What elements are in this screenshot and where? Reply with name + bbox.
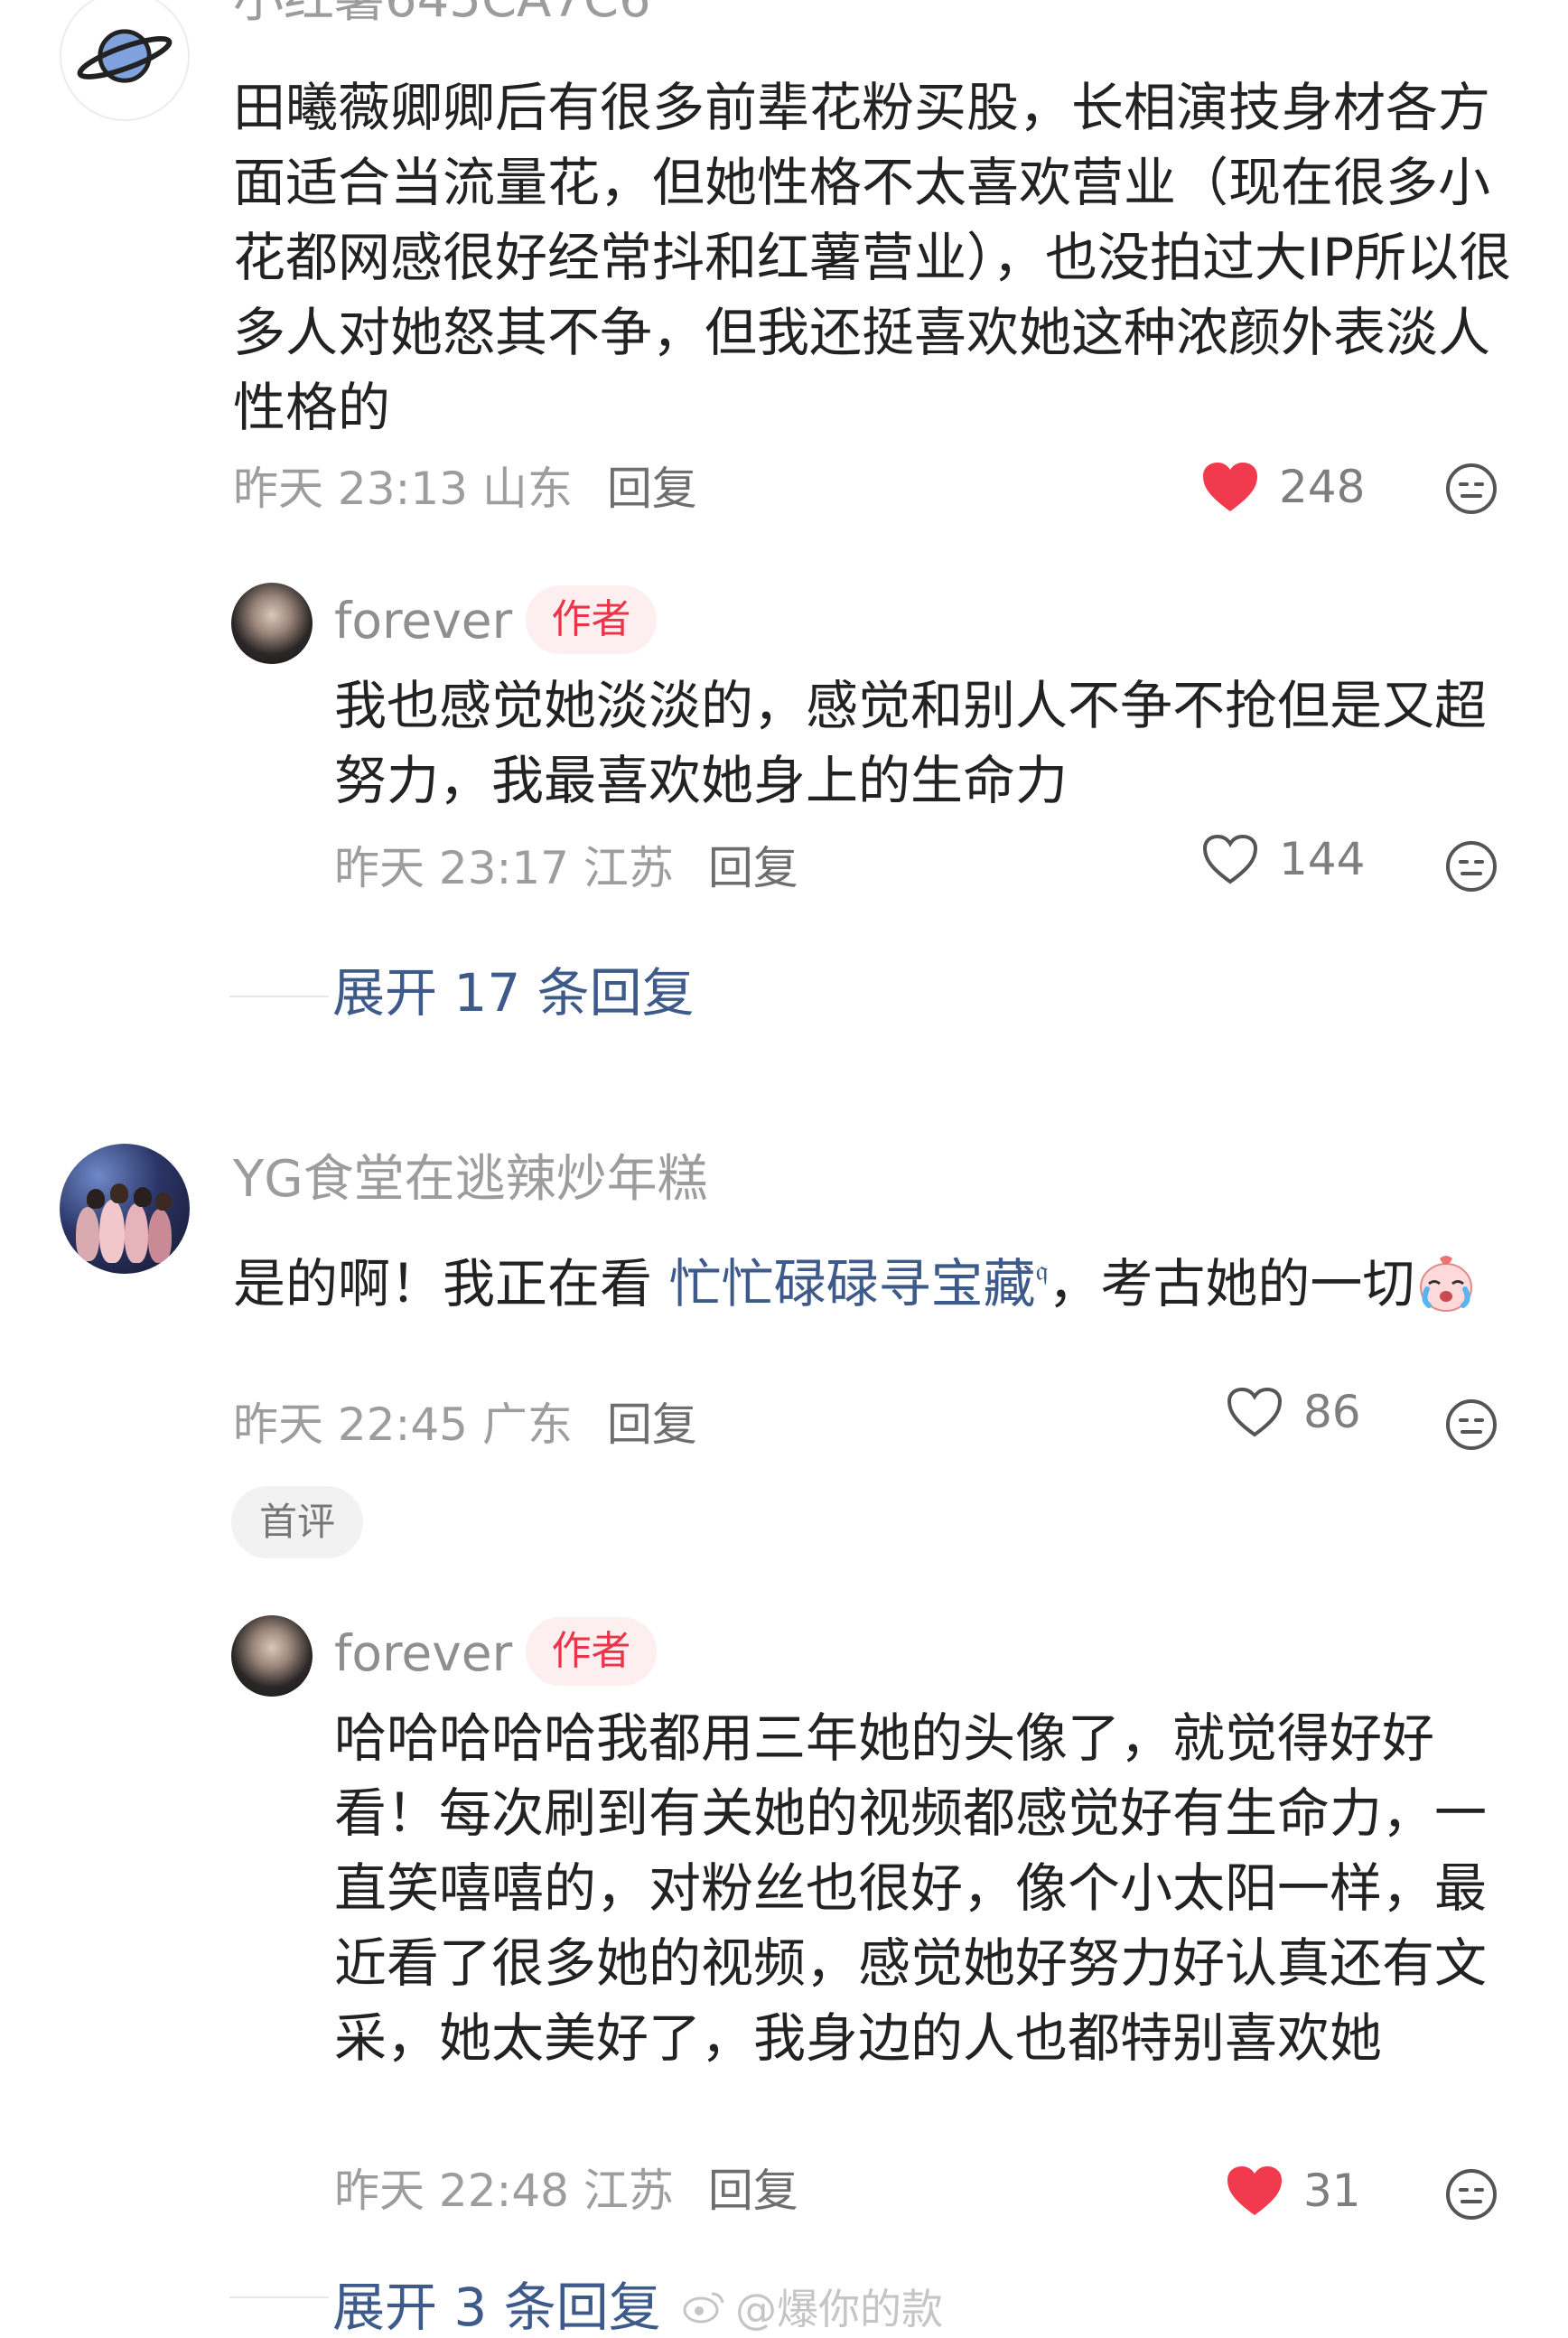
- comment-username[interactable]: 小红薯645CA7C6: [233, 0, 651, 25]
- topic-link[interactable]: 忙忙碌碌寻宝藏: [668, 1253, 1035, 1314]
- reply-username[interactable]: forever: [334, 596, 512, 646]
- like-count: 144: [1279, 833, 1366, 885]
- author-badge: 作者: [526, 1617, 657, 1686]
- reply-location: 江苏: [583, 2165, 674, 2217]
- reply-meta: 昨天 23:17 江苏 回复: [334, 846, 798, 891]
- watermark: @爆你的款: [681, 2277, 943, 2336]
- emoji-more-icon[interactable]: [1445, 2168, 1498, 2221]
- reply-username[interactable]: forever: [334, 1629, 512, 1679]
- author-badge: 作者: [526, 585, 657, 654]
- divider: [229, 2296, 329, 2298]
- reply-location: 江苏: [583, 842, 674, 894]
- emoji-more-icon[interactable]: [1445, 1398, 1498, 1451]
- reply-button[interactable]: 回复: [607, 463, 697, 515]
- weibo-logo-icon: [683, 2292, 724, 2324]
- avatar[interactable]: [60, 1144, 190, 1274]
- reply-button[interactable]: 回复: [607, 1398, 697, 1451]
- like-button[interactable]: 31: [1226, 2165, 1361, 2217]
- like-count: 31: [1303, 2165, 1361, 2217]
- crying-emoji-icon: [1414, 1251, 1478, 1314]
- comment-text-after: ，考古她的一切: [1048, 1253, 1415, 1314]
- comment-text: 是的啊！我正在看 忙忙碌碌寻宝藏𝔮，考古她的一切: [233, 1233, 1516, 1322]
- emoji-more-icon[interactable]: [1445, 463, 1498, 515]
- reply-text: 哈哈哈哈哈我都用三年她的头像了，就觉得好好看！每次刷到有关她的视频都感觉好有生命…: [334, 1707, 1488, 2069]
- divider: [229, 996, 329, 997]
- like-count: 248: [1279, 461, 1366, 513]
- comment-text: 田曦薇卿卿后有很多前辈花粉买股，长相演技身材各方面适合当流量花，但她性格不太喜欢…: [233, 77, 1512, 438]
- avatar[interactable]: [231, 1615, 313, 1697]
- comment-meta: 昨天 23:13 山东 回复: [233, 466, 697, 511]
- like-button[interactable]: 144: [1201, 833, 1365, 885]
- heart-filled-icon: [1203, 463, 1257, 511]
- avatar[interactable]: [60, 0, 190, 121]
- reply-button[interactable]: 回复: [708, 842, 798, 894]
- emoji-more-icon[interactable]: [1445, 840, 1498, 893]
- reply-meta: 昨天 22:48 江苏 回复: [334, 2168, 798, 2213]
- watermark-text: @爆你的款: [735, 2285, 943, 2333]
- like-button[interactable]: 86: [1226, 1386, 1361, 1438]
- reply-time: 昨天 23:17: [334, 842, 569, 894]
- reply-time: 昨天 22:48: [334, 2165, 569, 2217]
- heart-outline-icon: [1227, 1387, 1283, 1437]
- like-count: 86: [1303, 1386, 1361, 1438]
- first-comment-badge: 首评: [231, 1486, 363, 1558]
- heart-filled-icon: [1227, 2166, 1282, 2215]
- comment-time: 昨天 23:13: [233, 463, 468, 515]
- comment-location: 广东: [481, 1398, 573, 1451]
- comment-location: 山东: [481, 463, 573, 515]
- like-button[interactable]: 248: [1201, 461, 1365, 513]
- comment-username[interactable]: YG食堂在逃辣炒年糕: [233, 1155, 708, 1205]
- search-icon[interactable]: 𝔮: [1035, 1253, 1048, 1287]
- reply-text: 我也感觉她淡淡的，感觉和别人不争不抢但是又超努力，我最喜欢她身上的生命力: [334, 675, 1488, 811]
- avatar[interactable]: [231, 583, 313, 664]
- comment-time: 昨天 22:45: [233, 1398, 468, 1451]
- comment-meta: 昨天 22:45 广东 回复: [233, 1402, 697, 1447]
- expand-replies-button[interactable]: 展开 3 条回复: [332, 2281, 661, 2333]
- comment-text-before: 是的啊！我正在看: [233, 1253, 669, 1314]
- planet-icon: [77, 29, 173, 83]
- expand-replies-button[interactable]: 展开 17 条回复: [332, 967, 695, 1019]
- heart-outline-icon: [1202, 834, 1258, 884]
- reply-button[interactable]: 回复: [708, 2165, 798, 2217]
